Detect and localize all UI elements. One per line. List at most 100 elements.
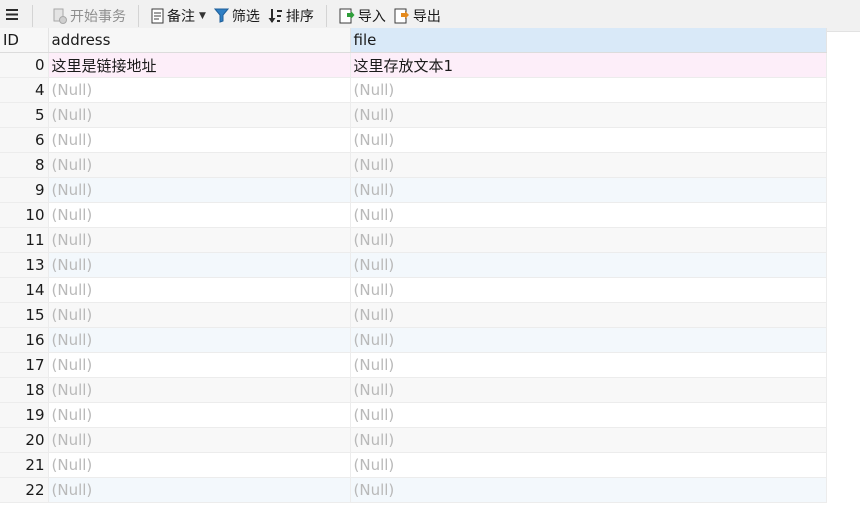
cell-address[interactable]: (Null) bbox=[48, 102, 351, 128]
table-row[interactable]: 13 (Null) (Null) bbox=[0, 252, 827, 278]
cell-file[interactable]: (Null) bbox=[350, 227, 827, 253]
sort-label: 排序 bbox=[285, 8, 314, 25]
cell-address[interactable]: (Null) bbox=[48, 177, 351, 203]
menu-button[interactable] bbox=[0, 0, 24, 32]
cell-address[interactable]: (Null) bbox=[48, 152, 351, 178]
table-row[interactable]: 6 (Null) (Null) bbox=[0, 127, 827, 153]
import-icon bbox=[339, 8, 355, 24]
cell-address[interactable]: (Null) bbox=[48, 402, 351, 428]
cell-file[interactable]: (Null) bbox=[350, 302, 827, 328]
cell-id[interactable]: 9 bbox=[0, 177, 49, 203]
memo-label: 备注 bbox=[167, 8, 195, 25]
cell-file[interactable]: (Null) bbox=[350, 127, 827, 153]
cell-file[interactable]: (Null) bbox=[350, 252, 827, 278]
cell-file[interactable]: (Null) bbox=[350, 177, 827, 203]
table-row[interactable]: 16 (Null) (Null) bbox=[0, 327, 827, 353]
sort-icon bbox=[268, 8, 283, 24]
transaction-icon bbox=[53, 8, 67, 24]
cell-address[interactable]: (Null) bbox=[48, 252, 351, 278]
table-row[interactable]: 14 (Null) (Null) bbox=[0, 277, 827, 303]
filter-label: 筛选 bbox=[231, 8, 260, 25]
cell-file[interactable]: (Null) bbox=[350, 152, 827, 178]
cell-id[interactable]: 6 bbox=[0, 127, 49, 153]
cell-file[interactable]: 这里存放文本1 bbox=[350, 52, 827, 78]
table-row[interactable]: 17 (Null) (Null) bbox=[0, 352, 827, 378]
cell-file[interactable]: (Null) bbox=[350, 477, 827, 503]
table-row[interactable]: 11 (Null) (Null) bbox=[0, 227, 827, 253]
cell-id[interactable]: 22 bbox=[0, 477, 49, 503]
filter-button[interactable]: 筛选 bbox=[210, 3, 264, 29]
grid-body: 0 这里是链接地址 这里存放文本1 4 (Null) (Null) 5 (Null) (Nu… bbox=[0, 52, 827, 503]
cell-address[interactable]: 这里是链接地址 bbox=[48, 52, 351, 78]
cell-id[interactable]: 21 bbox=[0, 452, 49, 478]
cell-id[interactable]: 19 bbox=[0, 402, 49, 428]
table-row[interactable]: 0 这里是链接地址 这里存放文本1 bbox=[0, 52, 827, 78]
column-header-address[interactable]: address bbox=[48, 28, 351, 53]
cell-address[interactable]: (Null) bbox=[48, 127, 351, 153]
cell-file[interactable]: (Null) bbox=[350, 277, 827, 303]
cell-id[interactable]: 11 bbox=[0, 227, 49, 253]
export-label: 导出 bbox=[412, 8, 441, 25]
cell-id[interactable]: 10 bbox=[0, 202, 49, 228]
cell-file[interactable]: (Null) bbox=[350, 377, 827, 403]
cell-id[interactable]: 0 bbox=[0, 52, 49, 78]
cell-id[interactable]: 18 bbox=[0, 377, 49, 403]
memo-button[interactable]: 备注 ▼ bbox=[147, 3, 210, 29]
cell-address[interactable]: (Null) bbox=[48, 477, 351, 503]
cell-file[interactable]: (Null) bbox=[350, 327, 827, 353]
cell-address[interactable]: (Null) bbox=[48, 277, 351, 303]
cell-id[interactable]: 5 bbox=[0, 102, 49, 128]
table-row[interactable]: 21 (Null) (Null) bbox=[0, 452, 827, 478]
toolbar-separator bbox=[325, 4, 327, 27]
cell-id[interactable]: 15 bbox=[0, 302, 49, 328]
table-row[interactable]: 9 (Null) (Null) bbox=[0, 177, 827, 203]
cell-id[interactable]: 14 bbox=[0, 277, 49, 303]
export-icon bbox=[394, 8, 410, 24]
column-header-id[interactable]: ID bbox=[0, 28, 49, 53]
table-row[interactable]: 18 (Null) (Null) bbox=[0, 377, 827, 403]
cell-id[interactable]: 20 bbox=[0, 427, 49, 453]
export-button[interactable]: 导出 bbox=[390, 3, 445, 29]
cell-file[interactable]: (Null) bbox=[350, 202, 827, 228]
cell-id[interactable]: 4 bbox=[0, 77, 49, 103]
toolbar-separator bbox=[32, 4, 33, 27]
data-grid: ID address file 0 这里是链接地址 这里存放文本1 4 (Null)(… bbox=[0, 28, 827, 503]
cell-file[interactable]: (Null) bbox=[350, 452, 827, 478]
table-row[interactable]: 22 (Null) (Null) bbox=[0, 477, 827, 503]
table-row[interactable]: 5 (Null) (Null) bbox=[0, 102, 827, 128]
cell-address[interactable]: (Null) bbox=[48, 377, 351, 403]
cell-id[interactable]: 16 bbox=[0, 327, 49, 353]
table-row[interactable]: 19 (Null) (Null) bbox=[0, 402, 827, 428]
cell-file[interactable]: (Null) bbox=[350, 427, 827, 453]
cell-file[interactable]: (Null) bbox=[350, 102, 827, 128]
cell-id[interactable]: 13 bbox=[0, 252, 49, 278]
cell-address[interactable]: (Null) bbox=[48, 452, 351, 478]
cell-address[interactable]: (Null) bbox=[48, 202, 351, 228]
cell-file[interactable]: (Null) bbox=[350, 352, 827, 378]
toolbar-separator bbox=[138, 4, 139, 27]
cell-id[interactable]: 8 bbox=[0, 152, 49, 178]
cell-file[interactable]: (Null) bbox=[350, 77, 827, 103]
cell-address[interactable]: (Null) bbox=[48, 227, 351, 253]
cell-address[interactable]: (Null) bbox=[48, 77, 351, 103]
cell-address[interactable]: (Null) bbox=[48, 352, 351, 378]
sort-button[interactable]: 排序 bbox=[264, 3, 318, 29]
column-header-file[interactable]: file bbox=[350, 28, 827, 53]
hamburger-icon bbox=[6, 8, 18, 24]
table-row[interactable]: 4 (Null) (Null) bbox=[0, 77, 827, 103]
cell-id[interactable]: 17 bbox=[0, 352, 49, 378]
begin-transaction-button[interactable]: 开始事务 bbox=[49, 3, 130, 29]
table-row[interactable]: 10 (Null) (Null) bbox=[0, 202, 827, 228]
import-button[interactable]: 导入 bbox=[335, 3, 390, 29]
import-label: 导入 bbox=[357, 8, 386, 25]
table-row[interactable]: 15 (Null) (Null) bbox=[0, 302, 827, 328]
table-row[interactable]: 20 (Null) (Null) bbox=[0, 427, 827, 453]
cell-address[interactable]: (Null) bbox=[48, 327, 351, 353]
chevron-down-icon[interactable]: ▼ bbox=[199, 11, 206, 21]
memo-icon bbox=[151, 8, 164, 24]
cell-address[interactable]: (Null) bbox=[48, 302, 351, 328]
cell-file[interactable]: (Null) bbox=[350, 402, 827, 428]
cell-address[interactable]: (Null) bbox=[48, 427, 351, 453]
table-row[interactable]: 8 (Null) (Null) bbox=[0, 152, 827, 178]
filter-icon bbox=[213, 8, 229, 23]
